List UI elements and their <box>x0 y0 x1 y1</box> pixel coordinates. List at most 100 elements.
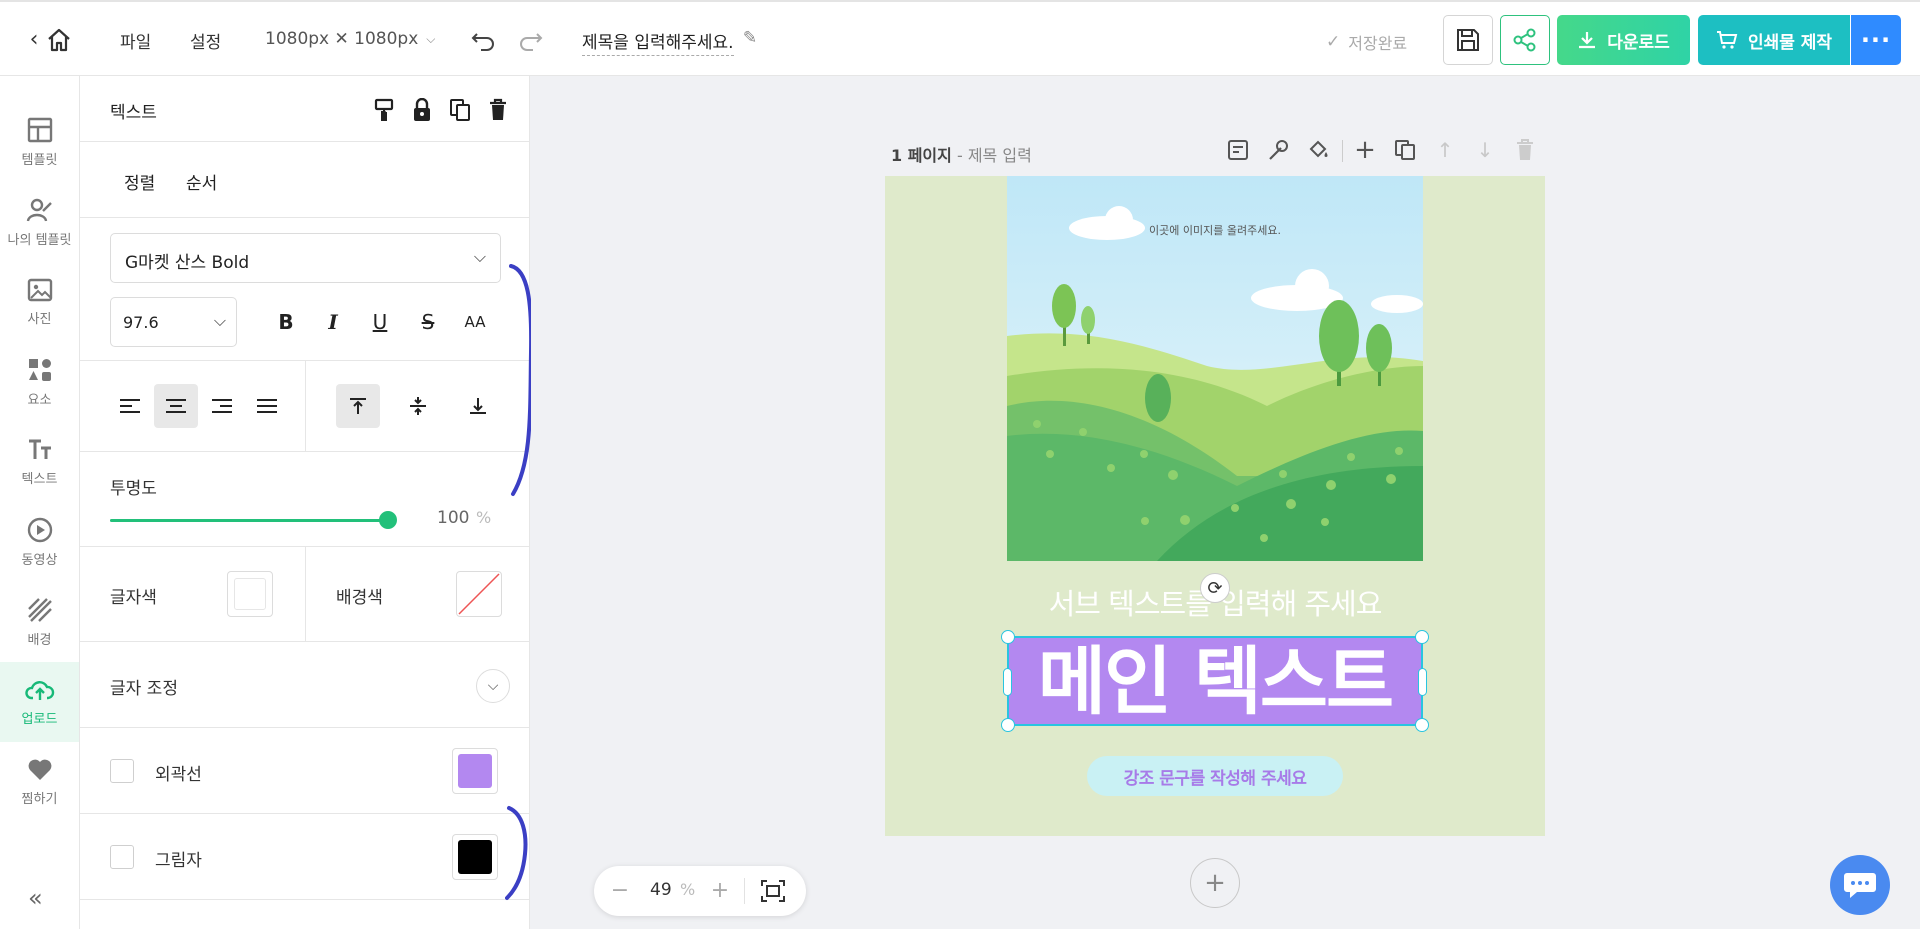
save-button[interactable] <box>1443 15 1493 65</box>
back-icon[interactable]: ‹ <box>24 27 44 52</box>
move-page-up-icon[interactable]: ↑ <box>1431 136 1459 164</box>
chat-support-button[interactable] <box>1830 855 1890 915</box>
menu-file[interactable]: 파일 <box>120 28 151 53</box>
align-center-button[interactable] <box>154 384 198 428</box>
paint-bucket-icon[interactable] <box>1304 136 1332 164</box>
opacity-slider[interactable] <box>110 511 397 529</box>
nav-label: 사진 <box>27 311 52 327</box>
fit-screen-icon[interactable] <box>760 879 786 903</box>
more-options-button[interactable]: ··· <box>1851 15 1901 65</box>
tab-order[interactable]: 순서 <box>186 169 217 194</box>
undo-icon[interactable] <box>470 29 496 53</box>
valign-top-button[interactable] <box>336 384 380 428</box>
magic-wand-icon[interactable] <box>1264 136 1292 164</box>
duplicate-icon[interactable] <box>448 98 472 122</box>
side-resize-handle[interactable] <box>1003 668 1012 696</box>
chevron-down-icon: ⌵ <box>213 311 226 330</box>
add-page-icon[interactable]: + <box>1351 135 1379 165</box>
opacity-section: 투명도 100 % <box>80 452 530 547</box>
nav-item-favorites[interactable]: 찜하기 <box>0 742 79 822</box>
divider <box>744 878 745 904</box>
delete-page-icon[interactable] <box>1511 136 1539 164</box>
resize-handle[interactable] <box>1001 630 1015 644</box>
main-text[interactable]: 메인 텍스트 <box>1009 640 1421 724</box>
trash-icon[interactable] <box>486 98 510 122</box>
strikethrough-button[interactable]: S <box>406 300 450 344</box>
share-button[interactable] <box>1500 15 1550 65</box>
align-right-button[interactable] <box>200 384 244 428</box>
download-button[interactable]: 다운로드 <box>1557 15 1690 65</box>
page-title-input[interactable]: - 제목 입력 <box>952 146 1032 165</box>
valign-middle-button[interactable] <box>396 384 440 428</box>
nav-item-background[interactable]: 배경 <box>0 582 79 662</box>
opacity-value[interactable]: 100 <box>437 508 469 528</box>
shadow-checkbox[interactable] <box>110 845 134 869</box>
bold-button[interactable]: B <box>264 300 308 344</box>
letter-case-button[interactable]: AA <box>453 300 497 344</box>
shadow-section: 그림자 <box>80 814 530 900</box>
outline-color-swatch[interactable] <box>452 748 498 794</box>
alignment-section <box>80 361 530 452</box>
text-adjust-section[interactable]: 글자 조정 ⌵ <box>80 642 530 728</box>
outline-checkbox[interactable] <box>110 759 134 783</box>
font-section: G마켓 산스 Bold ⌵ 97.6 ⌵ B I U S AA <box>80 218 530 361</box>
chat-bubble-icon <box>1844 873 1876 898</box>
collapse-sidebar-icon[interactable]: « <box>28 884 43 912</box>
chevron-down-icon: ⌵ <box>473 247 486 266</box>
canvas-size-select[interactable]: 1080px ✕ 1080px ⌵ <box>265 29 435 49</box>
font-family-select[interactable]: G마켓 산스 Bold ⌵ <box>110 233 501 283</box>
main-text-box[interactable]: 메인 텍스트 <box>1001 630 1429 732</box>
zoom-out-button[interactable]: − <box>608 878 632 903</box>
nav-item-elements[interactable]: 요소 <box>0 342 79 422</box>
opacity-label: 투명도 <box>110 479 157 499</box>
home-icon[interactable] <box>46 28 72 52</box>
underline-button[interactable]: U <box>358 300 402 344</box>
nav-item-template[interactable]: 템플릿 <box>0 102 79 182</box>
more-dots-icon: ··· <box>1860 26 1892 54</box>
valign-bottom-button[interactable] <box>456 384 500 428</box>
tab-align[interactable]: 정렬 <box>124 169 155 194</box>
design-page[interactable]: 이곳에 이미지를 올려주세요. 서브 텍스트를 입력해 주세요 ⟳ 메인 텍스트… <box>885 176 1545 836</box>
emphasis-pill[interactable]: 강조 문구를 작성해 주세요 <box>1087 756 1343 796</box>
opacity-slider-handle[interactable] <box>379 511 397 529</box>
text-color-swatch[interactable] <box>227 571 273 617</box>
pencil-icon[interactable]: ✎ <box>740 28 760 48</box>
upload-icon <box>24 680 54 700</box>
valign-middle-icon <box>410 397 426 415</box>
document-title-input[interactable]: 제목을 입력해주세요. <box>582 28 734 56</box>
nav-label: 찜하기 <box>21 791 58 807</box>
zoom-value[interactable]: 49 <box>650 880 672 900</box>
add-page-button[interactable]: + <box>1190 858 1240 908</box>
font-size-select[interactable]: 97.6 ⌵ <box>110 297 237 347</box>
zoom-in-button[interactable]: + <box>708 878 732 903</box>
resize-handle[interactable] <box>1001 718 1015 732</box>
side-resize-handle[interactable] <box>1418 668 1427 696</box>
bg-color-swatch[interactable] <box>456 571 502 617</box>
shadow-color-swatch[interactable] <box>452 834 498 880</box>
page-memo-icon[interactable] <box>1224 136 1252 164</box>
save-status: ✓ 저장완료 <box>1326 30 1407 54</box>
italic-button[interactable]: I <box>311 300 355 344</box>
lock-icon[interactable] <box>410 98 434 122</box>
menu-settings[interactable]: 설정 <box>190 28 221 53</box>
resize-handle[interactable] <box>1415 718 1429 732</box>
print-order-button[interactable]: 인쇄물 제작 <box>1698 15 1850 65</box>
panel-header: 텍스트 <box>80 76 530 142</box>
redo-icon[interactable] <box>518 29 544 53</box>
nav-item-photo[interactable]: 사진 <box>0 262 79 342</box>
copy-page-icon[interactable] <box>1391 136 1419 164</box>
nav-item-upload[interactable]: 업로드 <box>0 662 79 742</box>
move-page-down-icon[interactable]: ↓ <box>1471 136 1499 164</box>
align-left-button[interactable] <box>108 384 152 428</box>
expand-chevron-icon[interactable]: ⌵ <box>476 669 510 703</box>
style-copy-icon[interactable] <box>372 98 396 122</box>
page-header: 1 페이지 - 제목 입력 <box>891 142 1032 166</box>
rotate-handle-icon[interactable]: ⟳ <box>1200 573 1230 603</box>
video-icon <box>27 517 52 542</box>
align-justify-button[interactable] <box>245 384 289 428</box>
resize-handle[interactable] <box>1415 630 1429 644</box>
nav-item-video[interactable]: 동영상 <box>0 502 79 582</box>
nav-item-my-template[interactable]: 나의 템플릿 <box>0 182 79 262</box>
nav-item-text[interactable]: 텍스트 <box>0 422 79 502</box>
emphasis-text[interactable]: 강조 문구를 작성해 주세요 <box>1124 764 1307 789</box>
